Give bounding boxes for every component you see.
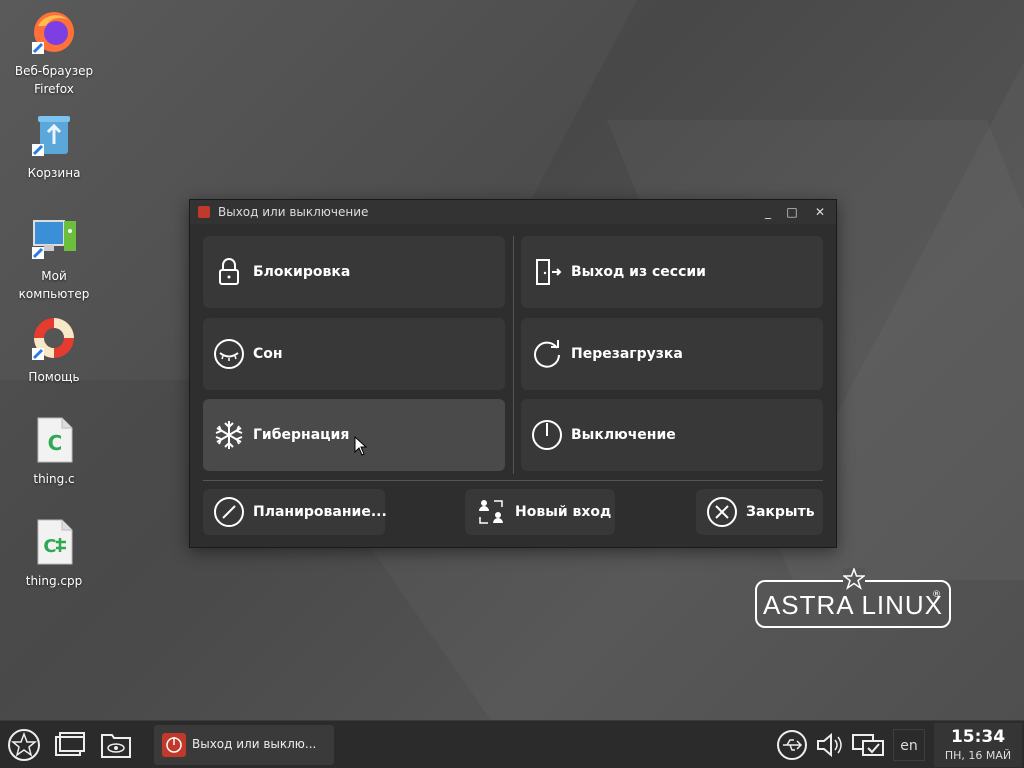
network-tray-icon[interactable] <box>850 727 886 763</box>
keyboard-layout-indicator[interactable]: en <box>893 729 925 761</box>
taskbar-task-shutdown-dialog[interactable]: Выход или выклю... <box>154 725 334 765</box>
clock-icon <box>213 496 245 528</box>
close-label: Закрыть <box>746 504 815 520</box>
file-manager-button[interactable] <box>98 727 134 763</box>
trash-icon <box>30 110 78 158</box>
maximize-button[interactable]: □ <box>783 203 801 221</box>
logout-icon <box>531 256 563 288</box>
desktop-icon-label: Корзина <box>27 166 81 180</box>
close-window-button[interactable]: ✕ <box>811 203 829 221</box>
horizontal-divider <box>203 480 823 481</box>
vertical-divider <box>513 236 514 474</box>
schedule-button[interactable]: Планирование... <box>203 489 387 535</box>
new-login-label: Новый вход <box>515 504 612 520</box>
logout-label: Выход из сессии <box>571 264 706 280</box>
hibernate-label: Гибернация <box>253 427 350 443</box>
close-circle-icon <box>706 496 738 528</box>
schedule-label: Планирование... <box>253 504 387 520</box>
desktop-icon-label: Веб-браузер <box>14 64 94 78</box>
desktop-icon-help[interactable]: Помощь <box>4 314 104 386</box>
clock-date: ПН, 16 МАЙ <box>944 749 1012 762</box>
desktop-icon-label: thing.c <box>33 472 75 486</box>
mouse-cursor-icon <box>354 435 368 456</box>
star-icon <box>841 566 867 590</box>
close-button[interactable]: Закрыть <box>696 489 823 535</box>
desktop-icon-label: thing.cpp <box>25 574 83 588</box>
clock-time: 15:34 <box>950 727 1006 747</box>
sleep-button[interactable]: Сон <box>203 318 505 390</box>
shutdown-button[interactable]: Выключение <box>521 399 823 471</box>
svg-text:C: C <box>48 431 63 455</box>
desktop-icon-firefox[interactable]: Веб-браузер Firefox <box>4 8 104 98</box>
svg-text:C: C <box>43 536 56 557</box>
start-menu-button[interactable] <box>6 727 42 763</box>
reboot-icon <box>531 338 563 370</box>
sleep-label: Сон <box>253 346 283 362</box>
desktop-icon-thing-c[interactable]: C thing.c <box>4 416 104 488</box>
switch-user-icon <box>475 496 507 528</box>
lock-icon <box>213 256 245 288</box>
cpp-file-icon: C <box>30 518 78 566</box>
computer-icon <box>30 213 78 261</box>
astra-linux-logo: ASTRA LINUX ® <box>755 566 951 628</box>
desktop-icon-thing-cpp[interactable]: C thing.cpp <box>4 518 104 590</box>
lock-label: Блокировка <box>253 264 351 280</box>
volume-tray-icon[interactable] <box>812 727 848 763</box>
clock[interactable]: 15:34 ПН, 16 МАЙ <box>934 723 1022 767</box>
c-file-icon: C <box>30 416 78 464</box>
minimize-button[interactable]: _ <box>759 203 777 221</box>
logo-text: ASTRA LINUX <box>762 590 944 620</box>
task-title: Выход или выклю... <box>192 737 317 751</box>
desktop-icon-label: Мой <box>41 269 67 283</box>
logout-button[interactable]: Выход из сессии <box>521 236 823 308</box>
taskbar: Выход или выклю... en 15:34 ПН, 16 МАЙ <box>0 720 1024 768</box>
hibernate-button[interactable]: Гибернация <box>203 399 505 471</box>
dialog-title: Выход или выключение <box>218 205 369 219</box>
usb-tray-icon[interactable] <box>774 727 810 763</box>
reboot-button[interactable]: Перезагрузка <box>521 318 823 390</box>
dialog-titlebar[interactable]: Выход или выключение _ □ ✕ <box>190 200 836 224</box>
shutdown-label: Выключение <box>571 427 676 443</box>
lock-button[interactable]: Блокировка <box>203 236 505 308</box>
snowflake-icon <box>213 419 245 451</box>
power-icon <box>531 419 563 451</box>
shutdown-dialog: Выход или выключение _ □ ✕ Блокировка Вы… <box>189 199 837 548</box>
power-app-icon <box>198 206 210 218</box>
desktop-icon-label: Помощь <box>28 370 80 384</box>
sleep-icon <box>213 338 245 370</box>
desktop-icon-trash[interactable]: Корзина <box>4 110 104 182</box>
logo-registered-mark: ® <box>932 590 941 600</box>
new-login-button[interactable]: Новый вход <box>465 489 615 535</box>
window-switcher-button[interactable] <box>52 727 88 763</box>
power-app-icon <box>162 733 186 757</box>
reboot-label: Перезагрузка <box>571 346 683 362</box>
lifebuoy-icon <box>30 314 78 362</box>
desktop-icon-label: компьютер <box>18 287 90 301</box>
desktop-icon-computer[interactable]: Мой компьютер <box>4 213 104 303</box>
desktop-icon-label: Firefox <box>34 82 74 96</box>
firefox-icon <box>30 8 78 56</box>
